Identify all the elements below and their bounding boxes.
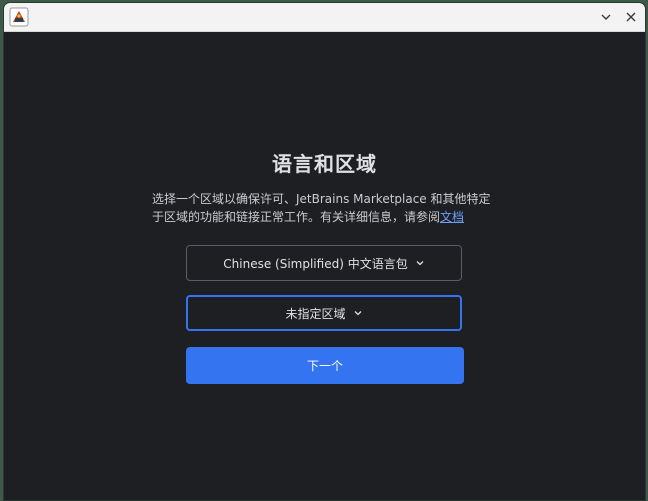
minimize-button[interactable] (596, 7, 616, 27)
language-select[interactable]: Chinese (Simplified) 中文语言包 (186, 245, 462, 281)
welcome-window: 语言和区域 选择一个区域以确保许可、JetBrains Marketplace … (4, 3, 645, 500)
chevron-down-icon (415, 258, 425, 268)
next-button[interactable]: 下一个 (186, 347, 464, 384)
app-logo-icon (9, 7, 29, 27)
chevron-down-icon (600, 8, 612, 27)
docs-link[interactable]: 文档 (440, 210, 464, 224)
page-title: 语言和区域 (272, 152, 377, 176)
region-select[interactable]: 未指定区域 (186, 295, 462, 331)
chevron-down-icon (353, 308, 363, 318)
region-select-value: 未指定区域 (285, 306, 346, 321)
description: 选择一个区域以确保许可、JetBrains Marketplace 和其他特定于… (152, 190, 502, 226)
language-select-value: Chinese (Simplified) 中文语言包 (223, 256, 408, 271)
close-button[interactable] (621, 7, 641, 27)
title-bar (4, 3, 645, 32)
language-region-panel: 语言和区域 选择一个区域以确保许可、JetBrains Marketplace … (4, 32, 645, 500)
close-icon (625, 8, 637, 27)
